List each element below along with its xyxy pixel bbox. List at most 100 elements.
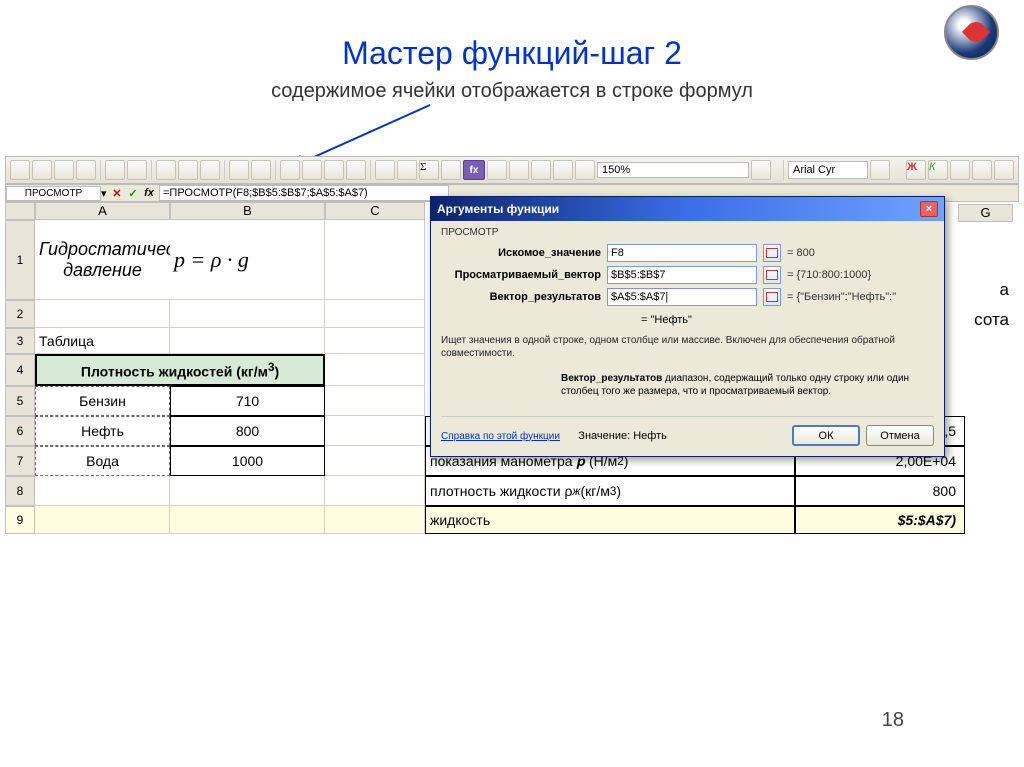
toolbar-button[interactable] [54, 160, 74, 180]
toolbar-button[interactable] [200, 160, 220, 180]
cell[interactable]: Плотность жидкостей (кг/м3) [35, 354, 325, 386]
cell[interactable]: Гидростатическое давление [35, 220, 170, 300]
function-arguments-dialog: Аргументы функции × ПРОСМОТР Искомое_зна… [430, 196, 945, 457]
row-header[interactable]: 6 [5, 416, 35, 446]
cell[interactable] [170, 300, 325, 328]
cancel-icon[interactable]: ✕ [109, 187, 125, 200]
toolbar-button[interactable] [375, 160, 395, 180]
fx-icon[interactable]: fx [141, 187, 157, 199]
fx-button[interactable]: fx [463, 160, 485, 180]
dialog-titlebar[interactable]: Аргументы функции × [431, 197, 944, 221]
toolbar-button[interactable] [994, 160, 1014, 180]
toolbar-button[interactable] [346, 160, 366, 180]
row-header[interactable]: 5 [5, 386, 35, 416]
enter-icon[interactable]: ✓ [125, 187, 141, 200]
col-header-g[interactable]: G [958, 204, 1013, 222]
toolbar-button[interactable] [870, 160, 890, 180]
toolbar-button[interactable] [487, 160, 507, 180]
cell[interactable] [170, 476, 325, 506]
toolbar-button[interactable] [32, 160, 52, 180]
toolbar-button[interactable] [324, 160, 344, 180]
row-header[interactable]: 3 [5, 328, 35, 354]
cell[interactable]: жидкость [425, 506, 795, 534]
arg-input[interactable] [607, 288, 757, 306]
toolbar-button[interactable] [127, 160, 147, 180]
cell[interactable] [325, 446, 425, 476]
row-header[interactable]: 8 [5, 476, 35, 506]
row-header[interactable]: 9 [5, 506, 35, 534]
toolbar-button[interactable] [575, 160, 595, 180]
cell[interactable]: Нефть [35, 416, 170, 446]
ok-button[interactable]: ОК [792, 425, 860, 446]
toolbar-button[interactable] [553, 160, 573, 180]
toolbar-button[interactable] [10, 160, 30, 180]
dialog-title-text: Аргументы функции [437, 202, 559, 216]
range-picker-icon[interactable] [763, 244, 781, 262]
col-header-a[interactable]: A [35, 202, 170, 220]
name-box[interactable]: ПРОСМОТР [6, 186, 101, 201]
toolbar-button[interactable] [950, 160, 970, 180]
toolbar-button[interactable] [251, 160, 271, 180]
toolbar-button[interactable] [76, 160, 96, 180]
cell[interactable] [35, 476, 170, 506]
cell[interactable] [35, 506, 170, 534]
active-cell[interactable]: $5:$A$7) [795, 506, 965, 534]
row-header[interactable]: 1 [5, 220, 35, 300]
row-header[interactable]: 7 [5, 446, 35, 476]
toolbar-button[interactable] [178, 160, 198, 180]
cell[interactable] [325, 416, 425, 446]
select-all-cell[interactable] [5, 202, 35, 220]
cell[interactable] [325, 220, 425, 300]
italic-button[interactable]: К [928, 160, 948, 180]
cell[interactable]: 710 [170, 386, 325, 416]
cell[interactable]: Бензин [35, 386, 170, 416]
cell[interactable] [325, 354, 425, 386]
toolbar-button[interactable] [105, 160, 125, 180]
cell[interactable] [325, 300, 425, 328]
close-icon[interactable]: × [920, 201, 938, 217]
cell[interactable]: p = ρ · g [170, 220, 325, 300]
cell[interactable]: 1000 [170, 446, 325, 476]
separator [370, 160, 371, 180]
cell[interactable] [35, 300, 170, 328]
hydro-title: Гидростатическое давление [39, 239, 166, 281]
arg-label: Просматриваемый_вектор [441, 269, 601, 281]
arg-input[interactable] [607, 266, 757, 284]
toolbar-button[interactable] [441, 160, 461, 180]
cell[interactable]: 800 [170, 416, 325, 446]
cell[interactable] [325, 506, 425, 534]
font-select[interactable] [788, 161, 868, 179]
cell[interactable]: Таблица [35, 328, 170, 354]
row-header[interactable]: 4 [5, 354, 35, 386]
col-header-c[interactable]: C [325, 202, 425, 220]
row-header[interactable]: 2 [5, 300, 35, 328]
range-picker-icon[interactable] [763, 266, 781, 284]
cell[interactable] [170, 328, 325, 354]
arg-input[interactable] [607, 244, 757, 262]
zoom-input[interactable] [597, 162, 749, 178]
help-icon[interactable] [751, 160, 771, 180]
sum-icon[interactable]: Σ [419, 160, 439, 180]
help-link[interactable]: Справка по этой функции [441, 431, 560, 442]
cell[interactable]: 800 [795, 476, 965, 506]
toolbar-button[interactable] [156, 160, 176, 180]
cancel-button[interactable]: Отмена [866, 425, 934, 446]
partial-text: сота [974, 310, 1009, 330]
cell[interactable]: плотность жидкости ρж (кг/м3) [425, 476, 795, 506]
toolbar-button[interactable] [509, 160, 529, 180]
cell[interactable] [325, 386, 425, 416]
toolbar-button[interactable] [397, 160, 417, 180]
col-header-b[interactable]: B [170, 202, 325, 220]
toolbar-button[interactable] [280, 160, 300, 180]
formula-input[interactable]: =ПРОСМОТР(F8;$B$5:$B$7;$A$5:$A$7) [159, 185, 449, 201]
toolbar-button[interactable] [531, 160, 551, 180]
cell[interactable] [170, 506, 325, 534]
cell[interactable] [325, 328, 425, 354]
range-picker-icon[interactable] [763, 288, 781, 306]
cell[interactable]: Вода [35, 446, 170, 476]
toolbar-button[interactable] [302, 160, 322, 180]
cell[interactable] [325, 476, 425, 506]
bold-button[interactable]: Ж [906, 160, 926, 180]
toolbar-button[interactable] [229, 160, 249, 180]
toolbar-button[interactable] [972, 160, 992, 180]
